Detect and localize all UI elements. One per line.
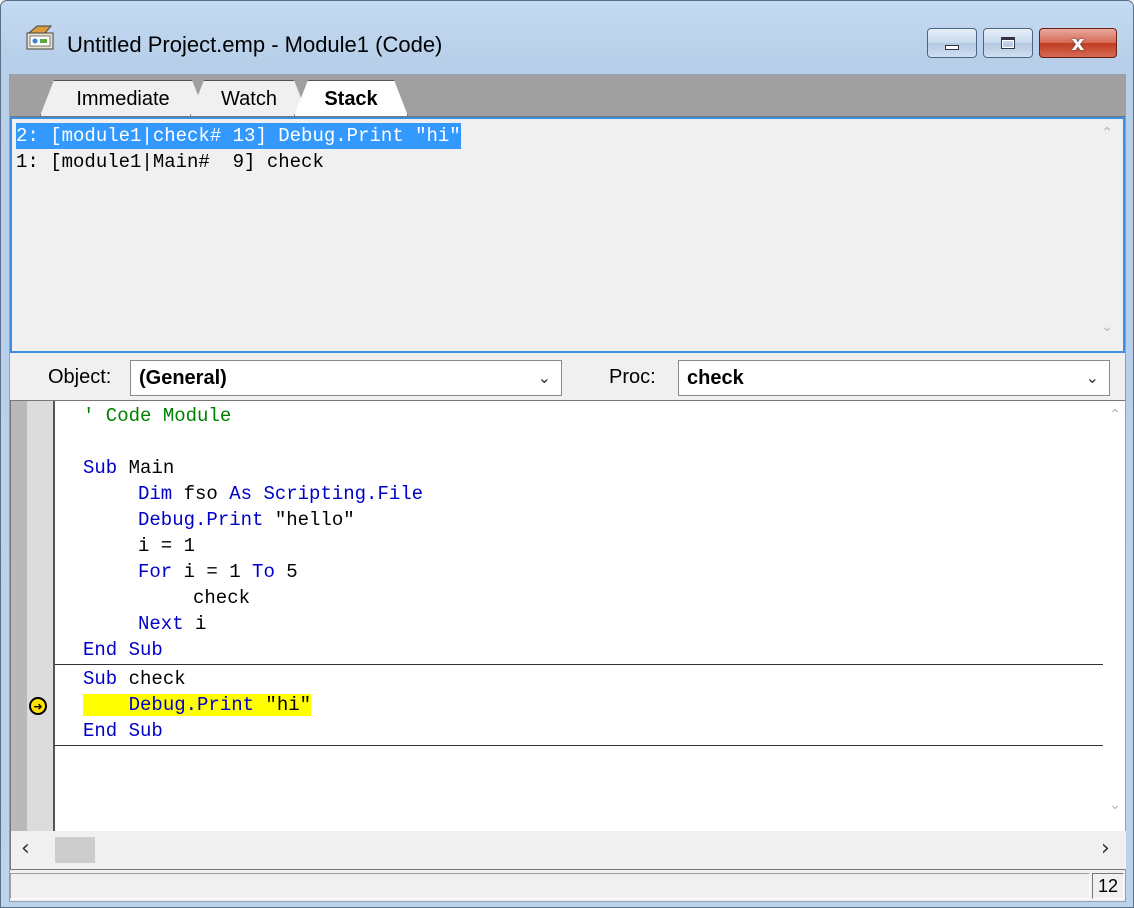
status-bar: 12 xyxy=(10,871,1125,901)
code-editor[interactable]: ' Code Module Sub Main Dim fso As Script… xyxy=(10,400,1126,870)
scroll-left-icon[interactable]: ‹ xyxy=(21,836,30,861)
tab-label: Stack xyxy=(324,88,378,110)
client-area: Immediate Watch Stack 2: [module1|check#… xyxy=(9,74,1126,902)
code-line-1[interactable]: ' Code Module xyxy=(83,403,231,429)
tab-stack[interactable]: Stack xyxy=(294,80,408,116)
scroll-thumb[interactable] xyxy=(55,837,95,863)
code-line-10[interactable]: End Sub xyxy=(83,637,163,663)
code-line-8[interactable]: check xyxy=(193,585,250,611)
status-message xyxy=(10,873,1090,899)
tab-immediate[interactable]: Immediate xyxy=(40,80,206,116)
close-button[interactable]: x xyxy=(1039,28,1117,58)
line-number-indicator: 12 xyxy=(1092,873,1124,899)
code-line-3[interactable]: Sub Main xyxy=(83,455,174,481)
proc-dropdown[interactable]: check ⌄ xyxy=(678,360,1110,396)
maximize-icon xyxy=(1001,37,1015,49)
scroll-down-icon[interactable]: ⌄ xyxy=(1101,319,1113,335)
call-stack-list[interactable]: 2: [module1|check# 13] Debug.Print "hi" … xyxy=(10,117,1125,353)
code-line-12-current[interactable]: Debug.Print "hi" xyxy=(83,692,312,718)
chevron-down-icon[interactable]: ⌄ xyxy=(538,361,551,395)
procedure-separator xyxy=(55,745,1103,746)
window-title: Untitled Project.emp - Module1 (Code) xyxy=(67,32,443,57)
project-icon xyxy=(26,25,54,50)
tab-label: Watch xyxy=(221,88,277,110)
object-label: Object: xyxy=(48,366,112,388)
code-vertical-scrollbar[interactable]: ⌃ ⌄ xyxy=(1103,401,1125,831)
code-window: Untitled Project.emp - Module1 (Code) x … xyxy=(0,0,1134,908)
chevron-down-icon[interactable]: ⌄ xyxy=(1086,361,1099,395)
code-line-7[interactable]: For i = 1 To 5 xyxy=(138,559,298,585)
scroll-down-icon[interactable]: ⌄ xyxy=(1109,797,1121,813)
scroll-right-icon[interactable]: › xyxy=(1101,836,1110,861)
tab-watch[interactable]: Watch xyxy=(190,80,308,116)
code-horizontal-scrollbar[interactable]: ‹ › xyxy=(11,831,1126,869)
selector-bar: Object: (General) ⌄ Proc: check ⌄ xyxy=(10,353,1125,400)
code-line-13[interactable]: End Sub xyxy=(83,718,163,744)
execution-pointer-icon: ➜ xyxy=(29,697,47,715)
code-line-5[interactable]: Debug.Print "hello" xyxy=(138,507,355,533)
execution-highlight: Debug.Print "hi" xyxy=(83,694,312,716)
scroll-up-icon[interactable]: ⌃ xyxy=(1109,407,1121,423)
object-dropdown-value: (General) xyxy=(139,367,227,389)
debug-tabstrip: Immediate Watch Stack xyxy=(10,75,1125,117)
stack-frame-1[interactable]: 1: [module1|Main# 9] check xyxy=(16,149,324,175)
minimize-button[interactable] xyxy=(927,28,977,58)
tab-label: Immediate xyxy=(76,88,170,110)
stack-frame-2[interactable]: 2: [module1|check# 13] Debug.Print "hi" xyxy=(16,123,461,149)
code-line-9[interactable]: Next i xyxy=(138,611,206,637)
breakpoint-margin[interactable] xyxy=(11,401,55,831)
scroll-up-icon[interactable]: ⌃ xyxy=(1101,125,1113,141)
code-line-11[interactable]: Sub check xyxy=(83,666,186,692)
title-bar[interactable]: Untitled Project.emp - Module1 (Code) x xyxy=(1,1,1133,67)
close-icon: x xyxy=(1071,31,1085,55)
object-dropdown[interactable]: (General) ⌄ xyxy=(130,360,562,396)
proc-dropdown-value: check xyxy=(687,367,744,389)
code-line-6[interactable]: i = 1 xyxy=(138,533,195,559)
minimize-icon xyxy=(945,44,959,50)
proc-label: Proc: xyxy=(609,366,656,388)
code-line-4[interactable]: Dim fso As Scripting.File xyxy=(138,481,423,507)
maximize-button[interactable] xyxy=(983,28,1033,58)
procedure-separator xyxy=(55,664,1103,665)
